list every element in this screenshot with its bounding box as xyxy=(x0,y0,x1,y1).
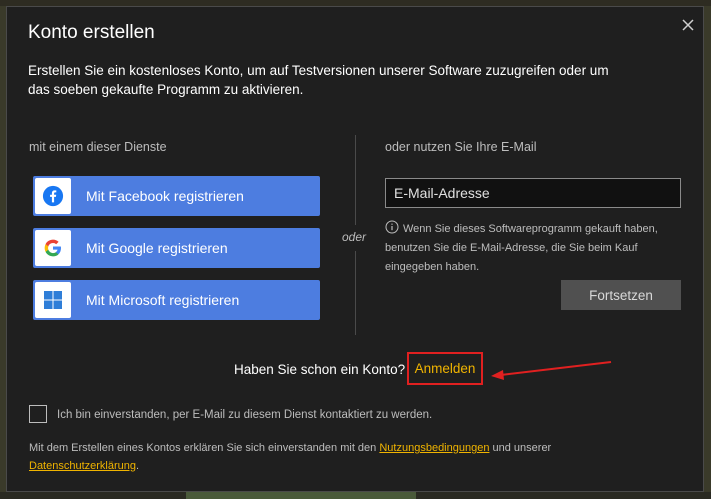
close-button[interactable] xyxy=(679,16,697,34)
facebook-icon xyxy=(42,185,64,207)
consent-checkbox[interactable] xyxy=(29,405,47,423)
column-divider-bottom xyxy=(355,251,356,335)
create-account-dialog: Konto erstellen Erstellen Sie ein kosten… xyxy=(6,6,704,492)
terms-link[interactable]: Nutzungsbedingungen xyxy=(379,442,489,454)
google-register-label: Mit Google registrieren xyxy=(86,240,228,256)
footer-suffix: . xyxy=(136,460,140,472)
login-link[interactable]: Anmelden xyxy=(407,352,483,385)
email-label: oder nutzen Sie Ihre E-Mail xyxy=(385,140,537,154)
facebook-icon-box xyxy=(35,178,71,214)
close-icon xyxy=(682,19,694,31)
privacy-link[interactable]: Datenschutzerklärung xyxy=(29,460,136,472)
annotation-arrow-icon xyxy=(491,361,612,380)
microsoft-register-button[interactable]: Mit Microsoft registrieren xyxy=(33,280,320,320)
google-icon xyxy=(44,239,61,257)
continue-button[interactable]: Fortsetzen xyxy=(561,280,681,310)
login-question: Haben Sie schon ein Konto? xyxy=(234,362,406,377)
facebook-register-label: Mit Facebook registrieren xyxy=(86,188,244,204)
purchase-info-text: Wenn Sie dieses Softwareprogramm gekauft… xyxy=(385,223,658,273)
footer-prefix: Mit dem Erstellen eines Kontos erklären … xyxy=(29,442,377,454)
microsoft-icon xyxy=(44,291,62,309)
or-separator: oder xyxy=(342,230,367,244)
email-input[interactable] xyxy=(385,178,681,208)
column-divider-top xyxy=(355,135,356,225)
google-register-button[interactable]: Mit Google registrieren xyxy=(33,228,320,268)
services-label: mit einem dieser Dienste xyxy=(29,140,167,154)
terms-footer: Mit dem Erstellen eines Kontos erklären … xyxy=(29,439,679,475)
microsoft-register-label: Mit Microsoft registrieren xyxy=(86,292,240,308)
footer-middle: und unserer xyxy=(492,442,552,454)
consent-label: Ich bin einverstanden, per E-Mail zu die… xyxy=(57,409,433,421)
dialog-title: Konto erstellen xyxy=(28,22,155,43)
dialog-subtitle: Erstellen Sie ein kostenloses Konto, um … xyxy=(28,63,609,97)
facebook-register-button[interactable]: Mit Facebook registrieren xyxy=(33,176,320,216)
google-icon-box xyxy=(35,230,71,266)
microsoft-icon-box xyxy=(35,282,71,318)
